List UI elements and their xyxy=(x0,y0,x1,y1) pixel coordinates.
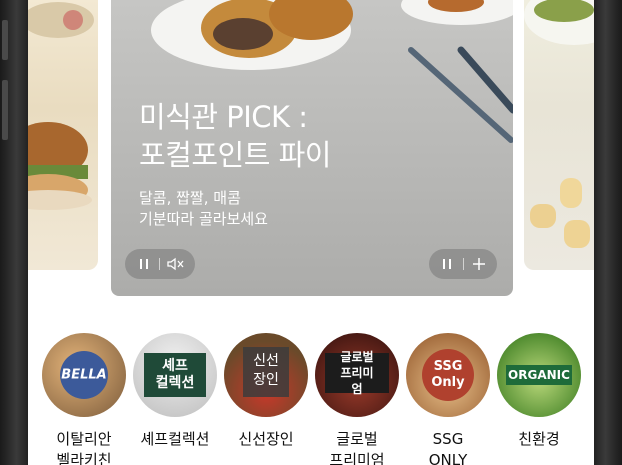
category-thumbnail: SSG Only xyxy=(406,333,490,417)
category-thumbnail: 셰프 컬렉션 xyxy=(133,333,217,417)
category-global-premium[interactable]: 글로벌 프리미엄 글로벌 프리미엄 xyxy=(312,333,402,465)
category-thumbnail: ORGANIC xyxy=(497,333,581,417)
previous-banner-card[interactable] xyxy=(28,0,98,270)
category-shortcuts: BELLA 이탈리안 벨라키친 셰프 컬렉션 셰프컬렉션 신선 장인 신선장인 … xyxy=(28,333,594,465)
video-controls-right xyxy=(429,249,497,279)
fresh-master-logo-text: 신선 장인 xyxy=(253,353,279,388)
banner-subline: 달콤, 짭짤, 매콤 기분따라 골라보세요 xyxy=(139,189,268,228)
phone-side-button xyxy=(2,80,8,140)
category-label: 친환경 xyxy=(518,430,560,448)
category-thumbnail: BELLA xyxy=(42,333,126,417)
category-label: 신선장인 xyxy=(238,430,294,448)
sandwich-food-image xyxy=(28,2,94,210)
category-ssg-only[interactable]: SSG Only SSG ONLY xyxy=(403,333,493,465)
category-label: 글로벌 프리미엄 xyxy=(329,430,385,465)
category-label: 이탈리안 벨라키친 xyxy=(56,430,112,465)
banner-carousel[interactable]: 미식관 PICK : 포컬포인트 파이 달콤, 짭짤, 매콤 기분따라 골라보세… xyxy=(28,0,594,300)
phone-frame-left xyxy=(0,0,28,465)
ssg-only-logo-text: SSG Only xyxy=(431,359,465,390)
banner-headline: 미식관 PICK : 포컬포인트 파이 xyxy=(139,100,331,172)
organic-logo-text: ORGANIC xyxy=(508,368,570,382)
category-organic[interactable]: ORGANIC 친환경 xyxy=(494,333,584,450)
phone-frame-right xyxy=(594,0,622,465)
app-screen: 미식관 PICK : 포컬포인트 파이 달콤, 짭짤, 매콤 기분따라 골라보세… xyxy=(28,0,594,465)
category-bella-kitchen[interactable]: BELLA 이탈리안 벨라키친 xyxy=(39,333,129,465)
speaker-muted-icon[interactable] xyxy=(167,255,185,273)
category-chef-collection[interactable]: 셰프 컬렉션 셰프컬렉션 xyxy=(130,333,220,450)
category-label: 셰프컬렉션 xyxy=(140,430,210,448)
control-divider xyxy=(159,258,160,270)
pasta-food-image xyxy=(524,0,594,248)
plus-icon[interactable] xyxy=(470,255,487,273)
chef-collection-logo-text: 셰프 컬렉션 xyxy=(155,358,195,391)
control-divider xyxy=(462,258,464,270)
phone-side-button xyxy=(2,20,8,60)
bella-logo-text: BELLA xyxy=(61,367,107,383)
category-thumbnail: 글로벌 프리미엄 xyxy=(315,333,399,417)
featured-banner[interactable]: 미식관 PICK : 포컬포인트 파이 달콤, 짭짤, 매콤 기분따라 골라보세… xyxy=(111,0,513,296)
pause-icon[interactable] xyxy=(135,255,152,273)
global-premium-logo-text: 글로벌 프리미엄 xyxy=(340,350,374,396)
category-thumbnail: 신선 장인 xyxy=(224,333,308,417)
category-label: SSG ONLY xyxy=(428,430,468,465)
next-banner-card[interactable] xyxy=(524,0,594,270)
pause-icon[interactable] xyxy=(439,255,456,273)
video-controls-left xyxy=(125,249,195,279)
category-fresh-master[interactable]: 신선 장인 신선장인 xyxy=(221,333,311,450)
